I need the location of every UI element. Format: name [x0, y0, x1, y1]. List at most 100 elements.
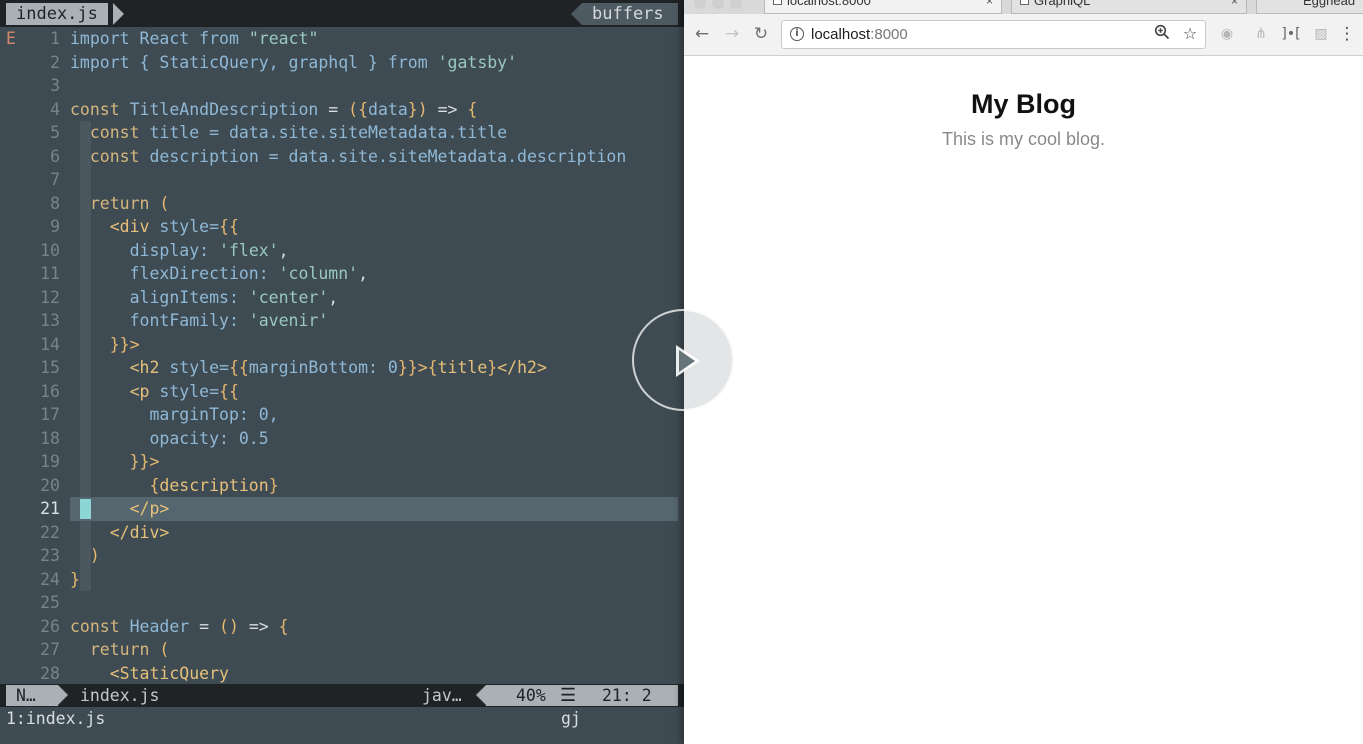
url-port: :8000 — [870, 26, 908, 43]
kebab-menu-icon[interactable]: ⋮ — [1336, 23, 1358, 45]
code-text: {description} — [70, 475, 279, 495]
code-text: opacity: 0.5 — [70, 428, 269, 448]
code-text: return ( — [70, 193, 170, 213]
code-line[interactable]: 12 alignItems: 'center', — [0, 286, 684, 310]
mode-separator-arrow — [58, 685, 68, 705]
line-number: 28 — [40, 663, 60, 683]
close-icon[interactable]: × — [986, 0, 993, 8]
web-page-content: My Blog This is my cool blog. — [684, 57, 1363, 744]
code-line[interactable]: 23 ) — [0, 544, 684, 568]
code-text: display: 'flex', — [70, 240, 289, 260]
code-line[interactable]: 28 <StaticQuery — [0, 662, 684, 686]
position-separator-arrow — [476, 685, 486, 705]
extension-record-icon[interactable]: ◉ — [1216, 23, 1238, 45]
code-line[interactable]: 11 flexDirection: 'column', — [0, 262, 684, 286]
line-number: 12 — [40, 287, 60, 307]
browser-tab-localhost[interactable]: localhost:8000 × — [764, 0, 1002, 14]
code-line[interactable]: 16 <p style={{ — [0, 380, 684, 404]
browser-toolbar: ← → ↻ i localhost:8000 ☆ ◉ ⋔ ]•[ ▨ ⋮ — [684, 14, 1363, 56]
code-text: marginTop: 0, — [70, 405, 279, 424]
code-line[interactable]: 24} — [0, 568, 684, 592]
extension-tree-icon[interactable]: ⋔ — [1250, 23, 1272, 45]
close-icon[interactable]: × — [1231, 0, 1238, 8]
code-line[interactable]: 8 return ( — [0, 192, 684, 216]
star-icon[interactable]: ☆ — [1180, 24, 1200, 44]
code-text: const title = data.site.siteMetadata.tit… — [70, 123, 508, 142]
code-editor[interactable]: E 1 import React from "react" 2 import { Sta… — [0, 27, 684, 683]
extension-bracket-icon[interactable]: ]•[ — [1280, 23, 1302, 45]
code-line[interactable]: 13 fontFamily: 'avenir' — [0, 309, 684, 333]
zoom-icon[interactable] — [1152, 24, 1172, 44]
code-line[interactable]: 9 <div style={{ — [0, 215, 684, 239]
browser-tab-graphiql[interactable]: GraphiQL × — [1011, 0, 1247, 14]
code-line[interactable]: 14 }}> — [0, 333, 684, 357]
code-line[interactable]: 3 — [0, 74, 684, 98]
code-text: import { StaticQuery, graphql } from 'ga… — [70, 52, 518, 72]
vim-tabline: index.js buffers — [0, 0, 684, 27]
blog-title: My Blog — [971, 89, 1076, 119]
code-line[interactable]: 15 <h2 style={{marginBottom: 0}}>{title}… — [0, 356, 684, 380]
code-line[interactable]: 5 const title = data.site.siteMetadata.t… — [0, 121, 684, 145]
code-text: <div style={{ — [70, 217, 239, 236]
page-icon — [1020, 0, 1029, 5]
code-line[interactable]: 4 const TitleAndDescription = ({data}) =>… — [0, 98, 684, 122]
code-line[interactable]: 27 return ( — [0, 638, 684, 662]
line-number: 7 — [50, 170, 60, 189]
back-arrow-icon[interactable]: ← — [691, 23, 713, 45]
line-number: 15 — [40, 358, 60, 377]
code-line[interactable]: 6 const description = data.site.siteMeta… — [0, 145, 684, 169]
line-number: 22 — [40, 522, 60, 542]
vim-command-line[interactable]: 1:index.js gj — [0, 707, 684, 744]
vim-tab-index-js[interactable]: index.js — [6, 3, 108, 25]
buffers-separator-arrow — [571, 3, 582, 25]
line-number: 14 — [40, 334, 60, 354]
code-line[interactable]: 7 — [0, 168, 684, 192]
code-line[interactable]: 26 const Header = () => { — [0, 615, 684, 639]
code-line[interactable]: 22 </div> — [0, 521, 684, 545]
reload-icon[interactable]: ↻ — [750, 23, 772, 45]
code-text: ) — [70, 546, 100, 565]
tab-title: GraphiQL — [1034, 0, 1091, 8]
code-text: import React from "react" — [70, 29, 319, 48]
code-text: <p style={{ — [70, 381, 239, 401]
window-controls[interactable] — [694, 0, 748, 13]
line-number: 4 — [50, 99, 60, 119]
code-line[interactable]: 2 import { StaticQuery, graphql } from 'g… — [0, 51, 684, 75]
extension-square-icon[interactable]: ▨ — [1310, 23, 1332, 45]
code-text: <StaticQuery — [70, 663, 229, 683]
code-text: const TitleAndDescription = ({data}) => … — [70, 99, 478, 119]
vim-editor-pane[interactable]: index.js buffers E 1 import React from "re… — [0, 0, 684, 744]
browser-window[interactable]: localhost:8000 × GraphiQL × Egghead ← → … — [684, 0, 1363, 744]
code-line[interactable]: 10 display: 'flex', — [0, 239, 684, 263]
line-number: 24 — [40, 569, 60, 589]
statusline-cursor-position: 21: 2 — [602, 686, 652, 705]
code-line[interactable]: 17 marginTop: 0, — [0, 403, 684, 427]
line-number: 3 — [50, 76, 60, 95]
line-number: 25 — [40, 593, 60, 612]
url-text: localhost:8000 — [811, 21, 908, 48]
statusline-position-block: 40% ☰ 21: 2 — [486, 685, 678, 706]
error-sign: E — [6, 29, 16, 48]
line-number: 9 — [50, 217, 60, 236]
browser-tab-egghead[interactable]: Egghead — [1256, 0, 1363, 14]
code-line[interactable]: 19 }}> — [0, 450, 684, 474]
line-number: 19 — [40, 452, 60, 471]
line-number: 11 — [40, 264, 60, 283]
code-line[interactable]: 21 </p> — [0, 497, 684, 521]
video-play-button[interactable] — [632, 309, 734, 411]
info-icon[interactable]: i — [790, 27, 804, 41]
code-line[interactable]: E 1 import React from "react" — [0, 27, 684, 51]
forward-arrow-icon[interactable]: → — [721, 23, 743, 45]
line-number: 10 — [40, 240, 60, 260]
line-number: 6 — [50, 146, 60, 166]
code-text: </p> — [70, 497, 678, 521]
code-line[interactable]: 18 opacity: 0.5 — [0, 427, 684, 451]
line-number: 13 — [40, 311, 60, 330]
code-line[interactable]: 20 {description} — [0, 474, 684, 498]
code-text: }}> — [70, 452, 160, 471]
code-line[interactable]: 25 — [0, 591, 684, 615]
statusline-percent: 40% — [516, 686, 546, 705]
address-bar[interactable]: i localhost:8000 ☆ — [781, 20, 1206, 49]
